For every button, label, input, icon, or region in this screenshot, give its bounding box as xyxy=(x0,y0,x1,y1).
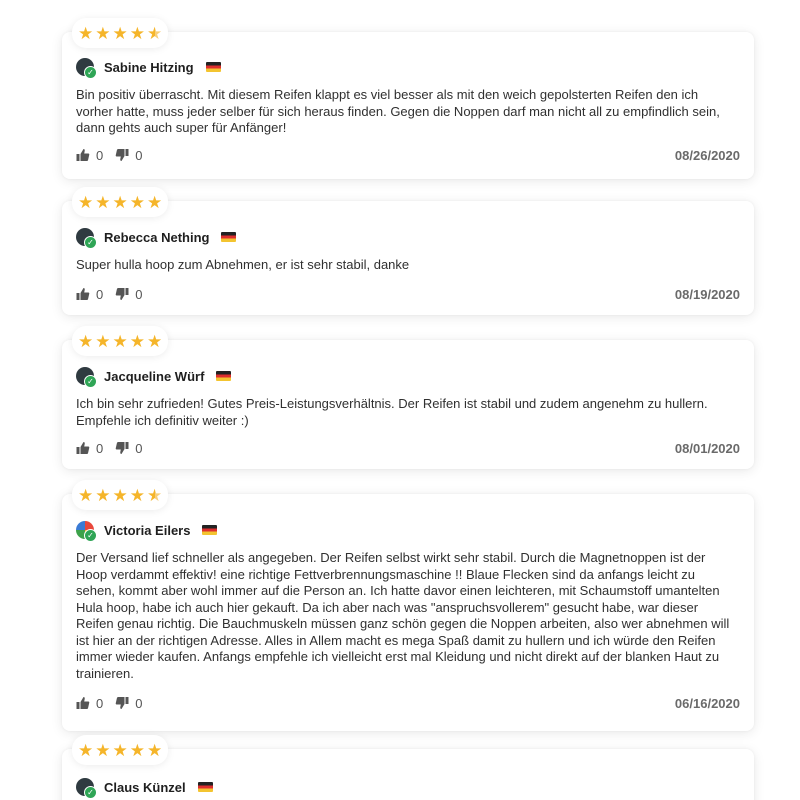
german-flag-icon xyxy=(202,525,218,535)
review-text: Bin positiv überrascht. Mit diesem Reife… xyxy=(76,87,720,135)
star-icon: ★ xyxy=(78,485,94,505)
thumbs-up-icon[interactable] xyxy=(76,696,90,710)
half-star-icon: ★ xyxy=(147,485,163,505)
review-footer: 0 0 08/26/2020 xyxy=(76,145,740,165)
review-author: ✓ Sabine Hitzing xyxy=(76,58,221,79)
star-icon: ★ xyxy=(95,740,111,760)
review-footer: 0 0 06/16/2020 xyxy=(76,693,740,713)
thumbs-up-icon[interactable] xyxy=(76,441,90,455)
avatar: ✓ xyxy=(76,778,97,799)
dislike-count: 0 xyxy=(135,695,143,711)
german-flag-icon xyxy=(221,232,237,242)
german-flag-icon xyxy=(205,62,221,72)
review-author: ✓ Claus Künzel xyxy=(76,778,213,799)
avatar: ✓ xyxy=(76,228,97,249)
star-icon: ★ xyxy=(78,331,94,351)
thumbs-down-icon[interactable] xyxy=(115,441,129,455)
dislike-count: 0 xyxy=(135,147,143,163)
verified-check-icon: ✓ xyxy=(84,66,97,79)
author-name: Sabine Hitzing xyxy=(104,59,194,75)
rating-stars: ★ ★ ★ ★ ★ xyxy=(72,480,169,510)
thumbs-up-icon[interactable] xyxy=(76,287,90,301)
star-icon: ★ xyxy=(95,23,111,43)
german-flag-icon xyxy=(216,371,232,381)
star-icon: ★ xyxy=(129,485,145,505)
review-date: 08/19/2020 xyxy=(674,286,740,302)
vote-buttons: 0 0 xyxy=(76,148,148,163)
rating-stars: ★ ★ ★ ★ ★ xyxy=(72,326,169,356)
vote-buttons: 0 0 xyxy=(76,696,148,711)
like-count: 0 xyxy=(96,147,104,163)
star-icon: ★ xyxy=(95,192,111,212)
rating-stars: ★ ★ ★ ★ ★ xyxy=(72,18,169,48)
vote-buttons: 0 0 xyxy=(76,287,148,302)
author-name: Jacqueline Würf xyxy=(104,368,205,384)
verified-check-icon: ✓ xyxy=(84,786,97,799)
review-text: Ich bin sehr zufrieden! Gutes Preis-Leis… xyxy=(76,396,708,428)
like-count: 0 xyxy=(96,695,104,711)
star-icon: ★ xyxy=(147,192,163,212)
verified-check-icon: ✓ xyxy=(84,529,97,542)
german-flag-icon xyxy=(197,782,213,792)
review-author: ✓ Jacqueline Würf xyxy=(76,367,232,388)
author-name: Victoria Eilers xyxy=(104,522,191,538)
star-icon: ★ xyxy=(129,192,145,212)
review-date: 06/16/2020 xyxy=(674,695,740,711)
star-icon: ★ xyxy=(112,485,128,505)
thumbs-down-icon[interactable] xyxy=(115,287,129,301)
like-count: 0 xyxy=(96,440,104,456)
avatar: ✓ xyxy=(76,521,97,542)
review-author: ✓ Rebecca Nething xyxy=(76,228,237,249)
star-icon: ★ xyxy=(95,331,111,351)
star-icon: ★ xyxy=(78,740,94,760)
review-text: Super hulla hoop zum Abnehmen, er ist se… xyxy=(76,257,410,272)
review-author: ✓ Victoria Eilers xyxy=(76,521,218,542)
review-footer: 0 0 08/19/2020 xyxy=(76,284,740,304)
dislike-count: 0 xyxy=(135,440,143,456)
thumbs-down-icon[interactable] xyxy=(115,696,129,710)
like-count: 0 xyxy=(96,286,104,302)
rating-stars: ★ ★ ★ ★ ★ xyxy=(72,187,169,217)
star-icon: ★ xyxy=(112,331,128,351)
half-star-icon: ★ xyxy=(147,23,163,43)
review-text: Der Versand lief schneller als angegeben… xyxy=(76,550,730,681)
avatar: ✓ xyxy=(76,58,97,79)
star-icon: ★ xyxy=(112,192,128,212)
star-icon: ★ xyxy=(112,740,128,760)
star-icon: ★ xyxy=(129,331,145,351)
star-icon: ★ xyxy=(129,740,145,760)
thumbs-down-icon[interactable] xyxy=(115,148,129,162)
rating-stars: ★ ★ ★ ★ ★ xyxy=(72,735,169,765)
star-icon: ★ xyxy=(129,23,145,43)
author-name: Claus Künzel xyxy=(104,779,186,795)
verified-check-icon: ✓ xyxy=(84,375,97,388)
review-date: 08/26/2020 xyxy=(674,147,740,163)
vote-buttons: 0 0 xyxy=(76,441,148,456)
star-icon: ★ xyxy=(112,23,128,43)
thumbs-up-icon[interactable] xyxy=(76,148,90,162)
dislike-count: 0 xyxy=(135,286,143,302)
star-icon: ★ xyxy=(147,331,163,351)
star-icon: ★ xyxy=(78,23,94,43)
verified-check-icon: ✓ xyxy=(84,236,97,249)
review-date: 08/01/2020 xyxy=(674,440,740,456)
reviews-page: ★ ★ ★ ★ ★ ✓ Sabine Hitzing Bin positiv ü… xyxy=(0,0,800,800)
avatar: ✓ xyxy=(76,367,97,388)
star-icon: ★ xyxy=(147,740,163,760)
star-icon: ★ xyxy=(78,192,94,212)
author-name: Rebecca Nething xyxy=(104,229,210,245)
star-icon: ★ xyxy=(95,485,111,505)
review-footer: 0 0 08/01/2020 xyxy=(76,438,740,458)
